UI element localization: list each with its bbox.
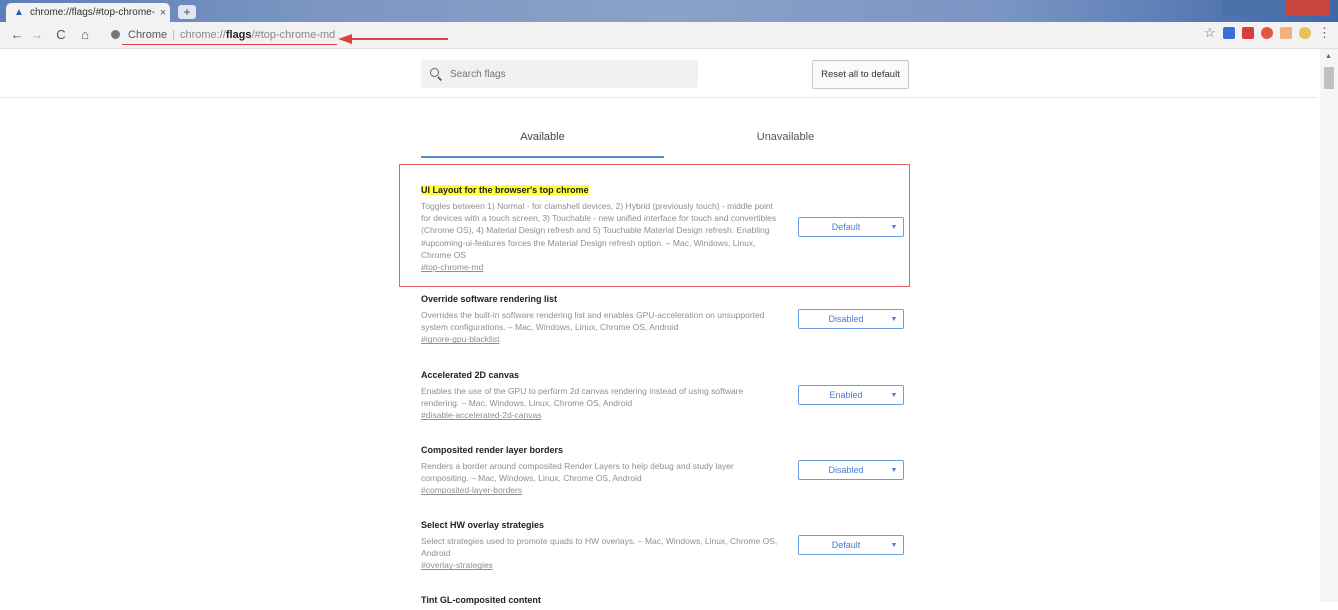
chrome-menu-icon[interactable]: ⋮ xyxy=(1318,26,1331,39)
reload-icon[interactable]: C xyxy=(52,27,70,43)
tab-close-icon[interactable]: × xyxy=(156,7,170,19)
extension-icon[interactable] xyxy=(1280,27,1292,39)
extension-icon[interactable] xyxy=(1242,27,1254,39)
dropdown-caret-icon: ▼ xyxy=(890,223,898,231)
address-bar[interactable]: Chrome | chrome://flags/#top-chrome-md xyxy=(103,25,1143,44)
experiment-title: Composited render layer borders xyxy=(421,445,564,455)
experiment-title: Override software rendering list xyxy=(421,294,558,304)
omnibox-chip: Chrome xyxy=(128,28,168,41)
dropdown-caret-icon: ▼ xyxy=(890,315,898,323)
browser-tab[interactable]: ▲ chrome://flags/#top-chrome- × xyxy=(6,3,170,22)
experiment-link[interactable]: #composited-layer-borders xyxy=(421,485,821,495)
tab-title: chrome://flags/#top-chrome- xyxy=(30,7,156,18)
experiment-select[interactable]: Default ▼ xyxy=(798,535,904,555)
back-arrow-icon[interactable]: ← xyxy=(8,27,26,43)
experiment-title: Accelerated 2D canvas xyxy=(421,370,520,380)
experiment-link[interactable]: #ignore-gpu-blacklist xyxy=(421,334,821,344)
dropdown-caret-icon: ▼ xyxy=(890,391,898,399)
experiment-item: Select HW overlay strategies Select stra… xyxy=(421,520,904,570)
omnibox-separator: | xyxy=(172,28,175,41)
select-value: Enabled xyxy=(829,390,863,400)
experiment-item: Composited render layer borders Renders … xyxy=(421,445,904,495)
tab-available[interactable]: Available xyxy=(421,120,664,158)
flags-tabs: Available Unavailable xyxy=(421,120,907,158)
experiment-title: Select HW overlay strategies xyxy=(421,520,545,530)
page-scrollbar[interactable]: ▲ xyxy=(1320,49,1338,602)
experiment-link[interactable]: #overlay-strategies xyxy=(421,560,821,570)
extension-icons: ☆ ⋮ xyxy=(1204,26,1331,39)
select-value: Default xyxy=(831,540,861,550)
tab-unavailable[interactable]: Unavailable xyxy=(664,120,907,156)
experiment-select[interactable]: Default ▼ xyxy=(798,217,904,237)
experiment-select[interactable]: Disabled ▼ xyxy=(798,460,904,480)
annotation-underline xyxy=(122,44,337,45)
experiment-item: Accelerated 2D canvas Enables the use of… xyxy=(421,370,904,420)
experiment-title: UI Layout for the browser's top chrome xyxy=(421,185,589,195)
search-box[interactable] xyxy=(421,60,698,88)
bookmark-star-icon[interactable]: ☆ xyxy=(1204,26,1216,39)
dropdown-caret-icon: ▼ xyxy=(890,466,898,474)
scroll-up-icon[interactable]: ▲ xyxy=(1325,53,1332,60)
search-icon xyxy=(430,68,442,80)
experiment-link[interactable]: #disable-accelerated-2d-canvas xyxy=(421,410,821,420)
experiment-item: Override software rendering list Overrid… xyxy=(421,294,904,344)
experiment-select[interactable]: Enabled ▼ xyxy=(798,385,904,405)
experiment-description: Select strategies used to promote quads … xyxy=(421,536,778,559)
tab-strip: ▲ chrome://flags/#top-chrome- × + xyxy=(0,0,1338,22)
select-value: Disabled xyxy=(828,465,864,475)
annotation-arrow-icon xyxy=(338,34,448,44)
extension-icon[interactable] xyxy=(1223,27,1235,39)
close-window-button[interactable] xyxy=(1286,0,1330,16)
maximize-button[interactable] xyxy=(1254,0,1284,16)
page-info-icon[interactable] xyxy=(111,30,120,39)
experiment-item: UI Layout for the browser's top chrome T… xyxy=(421,180,904,272)
minimize-button[interactable] xyxy=(1222,0,1252,16)
url-text: chrome://flags/#top-chrome-md xyxy=(180,29,335,41)
url-bold: flags xyxy=(225,28,252,41)
extension-icon[interactable] xyxy=(1261,27,1273,39)
profile-avatar-icon[interactable] xyxy=(1299,27,1311,39)
flags-header: Reset all to default xyxy=(0,49,1318,98)
experiment-item: Tint GL-composited content xyxy=(421,595,821,610)
experiment-description: Toggles between 1) Normal - for clamshel… xyxy=(421,201,777,260)
select-value: Default xyxy=(831,222,861,232)
experiment-description: Enables the use of the GPU to perform 2d… xyxy=(421,386,744,409)
forward-arrow-icon[interactable]: → xyxy=(28,27,46,43)
window-controls xyxy=(1220,0,1330,18)
experiment-link[interactable]: #top-chrome-md xyxy=(421,262,821,272)
experiment-select[interactable]: Disabled ▼ xyxy=(798,309,904,329)
url-suffix: /#top-chrome-md xyxy=(251,28,336,41)
chrome-flags-favicon-icon: ▲ xyxy=(14,6,24,18)
search-input[interactable] xyxy=(448,67,672,81)
home-icon[interactable]: ⌂ xyxy=(76,27,94,43)
experiment-title: Tint GL-composited content xyxy=(421,595,541,605)
select-value: Disabled xyxy=(828,314,864,324)
dropdown-caret-icon: ▼ xyxy=(890,541,898,549)
url-prefix: chrome:// xyxy=(179,28,226,41)
reset-all-button[interactable]: Reset all to default xyxy=(812,60,909,89)
new-tab-button[interactable]: + xyxy=(178,5,196,19)
scrollbar-thumb[interactable] xyxy=(1324,67,1334,89)
experiment-description: Overrides the built-in software renderin… xyxy=(421,310,765,333)
experiment-description: Renders a border around composited Rende… xyxy=(421,461,734,484)
